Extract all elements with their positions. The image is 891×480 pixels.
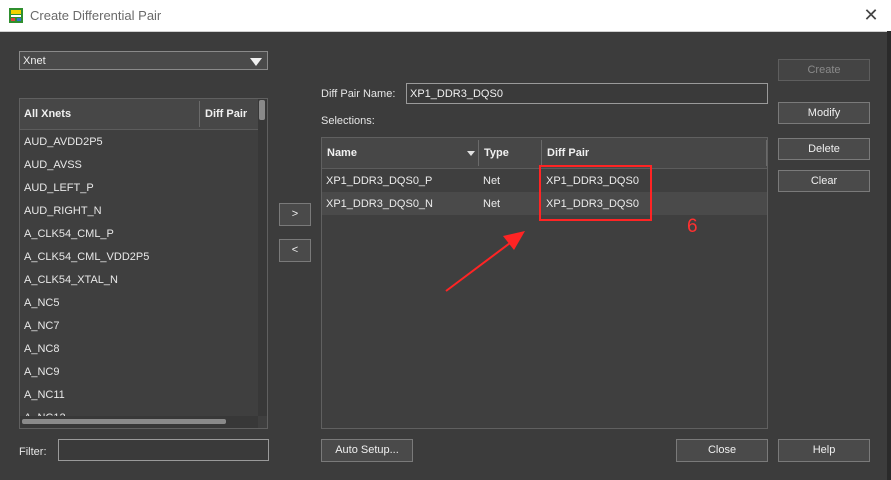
window-edge <box>887 31 891 480</box>
list-item[interactable]: A_NC5 <box>24 297 59 309</box>
filter-label: Filter: <box>19 446 47 458</box>
cell-name: XP1_DDR3_DQS0_P <box>326 175 433 187</box>
filter-input[interactable] <box>58 439 269 461</box>
xnet-list[interactable]: All Xnets Diff Pair AUD_AVDD2P5 AUD_AVSS… <box>19 98 268 429</box>
annotation-number: 6 <box>687 216 698 237</box>
scrollbar-thumb[interactable] <box>22 419 226 424</box>
diff-pair-name-value: XP1_DDR3_DQS0 <box>410 88 503 100</box>
column-header-type-label: Type <box>484 147 509 159</box>
app-icon <box>9 8 23 23</box>
column-divider[interactable] <box>199 101 200 127</box>
diff-pair-name-label: Diff Pair Name: <box>321 88 396 100</box>
column-header-type[interactable]: Type <box>479 138 542 169</box>
list-item[interactable]: A_NC7 <box>24 320 59 332</box>
auto-setup-button[interactable]: Auto Setup... <box>321 439 413 462</box>
column-header-diff-pair[interactable]: Diff Pair <box>205 108 247 120</box>
modify-button[interactable]: Modify <box>778 102 870 124</box>
net-type-dropdown-value: Xnet <box>23 55 46 67</box>
net-type-dropdown[interactable]: Xnet <box>19 51 268 70</box>
cell-type: Net <box>483 198 501 210</box>
title-bar: Create Differential Pair ✕ <box>0 0 891 32</box>
chevron-down-icon[interactable] <box>250 58 262 66</box>
list-item[interactable]: AUD_AVDD2P5 <box>24 136 103 148</box>
close-button[interactable]: Close <box>676 439 768 462</box>
column-header-name-label: Name <box>327 147 357 159</box>
selections-label: Selections: <box>321 115 375 127</box>
xnet-list-header: All Xnets Diff Pair <box>20 99 258 130</box>
cell-name: XP1_DDR3_DQS0_N <box>326 198 433 210</box>
diff-pair-name-field[interactable]: XP1_DDR3_DQS0 <box>406 83 768 104</box>
column-divider[interactable] <box>766 140 767 166</box>
add-to-selection-button[interactable]: > <box>279 203 311 226</box>
window-title: Create Differential Pair <box>30 8 162 23</box>
create-button[interactable]: Create <box>778 59 870 81</box>
list-item[interactable]: A_NC11 <box>24 389 65 401</box>
list-item[interactable]: A_CLK54_CML_VDD2P5 <box>24 251 149 263</box>
vertical-scrollbar[interactable] <box>258 99 267 416</box>
clear-button[interactable]: Clear <box>778 170 870 192</box>
list-item[interactable]: AUD_AVSS <box>24 159 82 171</box>
list-item[interactable]: A_CLK54_CML_P <box>24 228 114 240</box>
remove-from-selection-button[interactable]: < <box>279 239 311 262</box>
scrollbar-thumb[interactable] <box>259 100 265 120</box>
list-item[interactable]: AUD_RIGHT_N <box>24 205 102 217</box>
close-window-icon[interactable]: ✕ <box>861 5 881 26</box>
list-item[interactable]: A_NC8 <box>24 343 59 355</box>
annotation-highlight-box <box>539 165 652 221</box>
list-item[interactable]: A_CLK54_XTAL_N <box>24 274 118 286</box>
delete-button[interactable]: Delete <box>778 138 870 160</box>
horizontal-scrollbar[interactable] <box>20 416 258 428</box>
help-button[interactable]: Help <box>778 439 870 462</box>
cell-type: Net <box>483 175 501 187</box>
column-header-all-xnets[interactable]: All Xnets <box>24 108 71 120</box>
sort-down-icon[interactable] <box>467 151 475 156</box>
list-item[interactable]: A_NC9 <box>24 366 59 378</box>
list-item[interactable]: AUD_LEFT_P <box>24 182 94 194</box>
column-header-diff-pair-label: Diff Pair <box>547 147 590 159</box>
column-header-name[interactable]: Name <box>322 138 479 169</box>
